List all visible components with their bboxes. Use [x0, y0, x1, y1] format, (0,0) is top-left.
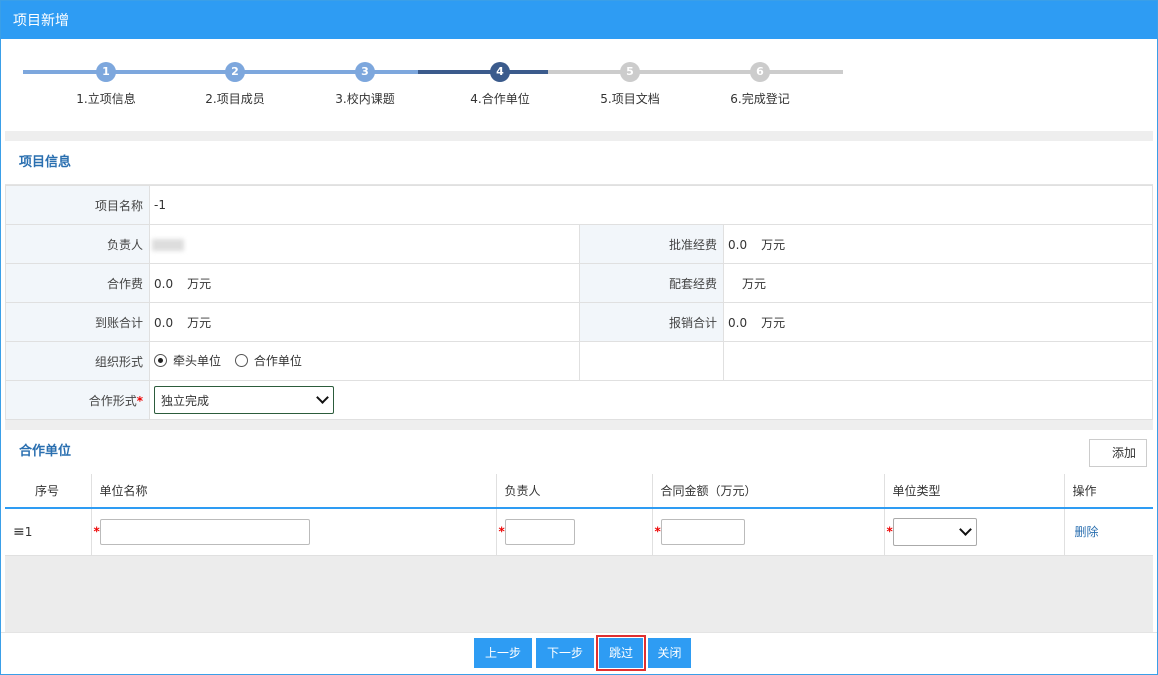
drag-handle-icon[interactable]: ≡ [13, 524, 25, 540]
coop-units-title: 合作单位 [19, 444, 72, 459]
reimbursed-total-value: 0.0 [728, 315, 748, 330]
col-contract-amount: 合同金额（万元） [652, 474, 885, 509]
leader-cell: * [496, 508, 653, 556]
approved-funds-unit: 万元 [761, 237, 786, 252]
step-2-dot[interactable]: 2 [225, 62, 245, 82]
project-add-dialog: 项目新增 1 2 3 4 5 6 1.立项信息 2.项目成员 3.校内课题 4.… [0, 0, 1158, 675]
skip-button[interactable]: 跳过 [596, 635, 646, 671]
matching-funds-unit: 万元 [742, 276, 767, 291]
col-unit-type: 单位类型 [884, 474, 1065, 509]
col-action: 操作 [1064, 474, 1153, 509]
table-row: ≡1 * * * * 删除 [5, 508, 1153, 556]
required-asterisk: * [498, 524, 505, 539]
separator [5, 131, 1153, 141]
prev-step-button[interactable]: 上一步 [474, 638, 532, 668]
org-form-cell: 牵头单位 合作单位 [149, 341, 580, 381]
chevron-down-icon [958, 522, 972, 536]
dialog-content: 1 2 3 4 5 6 1.立项信息 2.项目成员 3.校内课题 4.合作单位 … [5, 39, 1153, 634]
col-leader: 负责人 [496, 474, 653, 509]
delete-link[interactable]: 删除 [1075, 525, 1099, 539]
coop-units-section: 合作单位 添加 [5, 430, 1153, 474]
unit-name-input[interactable] [99, 518, 310, 545]
leader-name-blurred [152, 238, 184, 251]
separator [5, 420, 1153, 430]
dialog-title: 项目新增 [1, 1, 1157, 39]
chevron-down-icon [316, 391, 329, 404]
received-total-value: 0.0 [154, 315, 174, 330]
col-index: 序号 [5, 474, 92, 509]
amount-cell: * [652, 508, 885, 556]
add-unit-button[interactable]: 添加 [1089, 439, 1147, 467]
project-name-value: -1 [149, 185, 1153, 225]
reimbursed-total-unit: 万元 [761, 315, 786, 330]
leader-value [149, 224, 580, 264]
reimbursed-total-label: 报销合计 [579, 302, 724, 342]
radio-unchecked-icon [234, 354, 248, 367]
coop-form-select[interactable]: 独立完成 [154, 386, 334, 414]
step-4-label: 4.合作单位 [470, 92, 530, 106]
required-asterisk: * [654, 524, 661, 539]
matching-funds-label: 配套经费 [579, 263, 724, 303]
step-6-dot[interactable]: 6 [750, 62, 770, 82]
leader-label: 负责人 [5, 224, 150, 264]
step-3-dot[interactable]: 3 [355, 62, 375, 82]
row-index-cell: ≡1 [5, 508, 92, 556]
coop-fee-cell: 0.0 万元 [149, 263, 580, 303]
step-2-label: 2.项目成员 [205, 92, 265, 106]
contract-amount-input[interactable] [660, 518, 745, 545]
coop-form-label: 合作形式 [88, 393, 137, 408]
step-3-label: 3.校内课题 [335, 92, 395, 106]
table-empty-area [5, 555, 1153, 634]
approved-funds-cell: 0.0 万元 [723, 224, 1153, 264]
radio-checked-icon [154, 354, 167, 367]
org-form-lead-label: 牵头单位 [173, 354, 222, 368]
step-progress-active [418, 70, 548, 74]
required-asterisk: * [136, 393, 143, 408]
org-form-coop-radio[interactable]: 合作单位 [234, 352, 302, 369]
step-6-label: 6.完成登记 [730, 92, 790, 106]
approved-funds-value: 0.0 [728, 237, 748, 252]
empty-cell [579, 341, 724, 381]
step-5-label: 5.项目文档 [600, 92, 660, 106]
coop-fee-value: 0.0 [154, 276, 174, 291]
project-info-table: 项目名称 -1 负责人 批准经费 0.0 万元 合作费 0.0 万元 配套经费 万元… [5, 185, 1153, 420]
approved-funds-label: 批准经费 [579, 224, 724, 264]
received-total-unit: 万元 [187, 315, 212, 330]
org-form-lead-radio[interactable]: 牵头单位 [154, 352, 221, 369]
coop-fee-unit: 万元 [187, 276, 212, 291]
dialog-footer: 上一步 下一步 跳过 关闭 [1, 632, 1157, 674]
coop-form-label-cell: 合作形式* [5, 380, 150, 420]
next-step-button[interactable]: 下一步 [536, 638, 594, 668]
unit-name-cell: * [91, 508, 497, 556]
unit-leader-input[interactable] [504, 518, 575, 545]
coop-form-selected: 独立完成 [161, 393, 210, 408]
org-form-label: 组织形式 [5, 341, 150, 381]
step-4-dot[interactable]: 4 [490, 62, 510, 82]
row-index: 1 [24, 524, 33, 539]
matching-funds-cell: 万元 [723, 263, 1153, 303]
received-total-cell: 0.0 万元 [149, 302, 580, 342]
unit-type-cell: * [884, 508, 1065, 556]
reimbursed-total-cell: 0.0 万元 [723, 302, 1153, 342]
action-cell: 删除 [1064, 508, 1153, 556]
step-1-dot[interactable]: 1 [96, 62, 116, 82]
step-progress-todo [548, 70, 843, 74]
coop-units-table: 序号 单位名称 负责人 合同金额（万元） 单位类型 操作 ≡1 * * * * … [5, 474, 1153, 556]
received-total-label: 到账合计 [5, 302, 150, 342]
project-name-label: 项目名称 [5, 185, 150, 225]
table-header-row: 序号 单位名称 负责人 合同金额（万元） 单位类型 操作 [5, 474, 1153, 509]
empty-cell [723, 341, 1153, 381]
required-asterisk: * [886, 524, 893, 539]
org-form-coop-label: 合作单位 [253, 354, 302, 368]
coop-fee-label: 合作费 [5, 263, 150, 303]
step-5-dot[interactable]: 5 [620, 62, 640, 82]
project-info-title: 项目信息 [5, 141, 1153, 185]
required-asterisk: * [93, 524, 100, 539]
unit-type-select[interactable] [892, 517, 977, 546]
step-wizard: 1 2 3 4 5 6 1.立项信息 2.项目成员 3.校内课题 4.合作单位 … [5, 39, 1153, 131]
col-unit-name: 单位名称 [91, 474, 497, 509]
close-button[interactable]: 关闭 [648, 638, 691, 668]
coop-form-cell: 独立完成 [149, 380, 1153, 420]
step-1-label: 1.立项信息 [76, 92, 136, 106]
